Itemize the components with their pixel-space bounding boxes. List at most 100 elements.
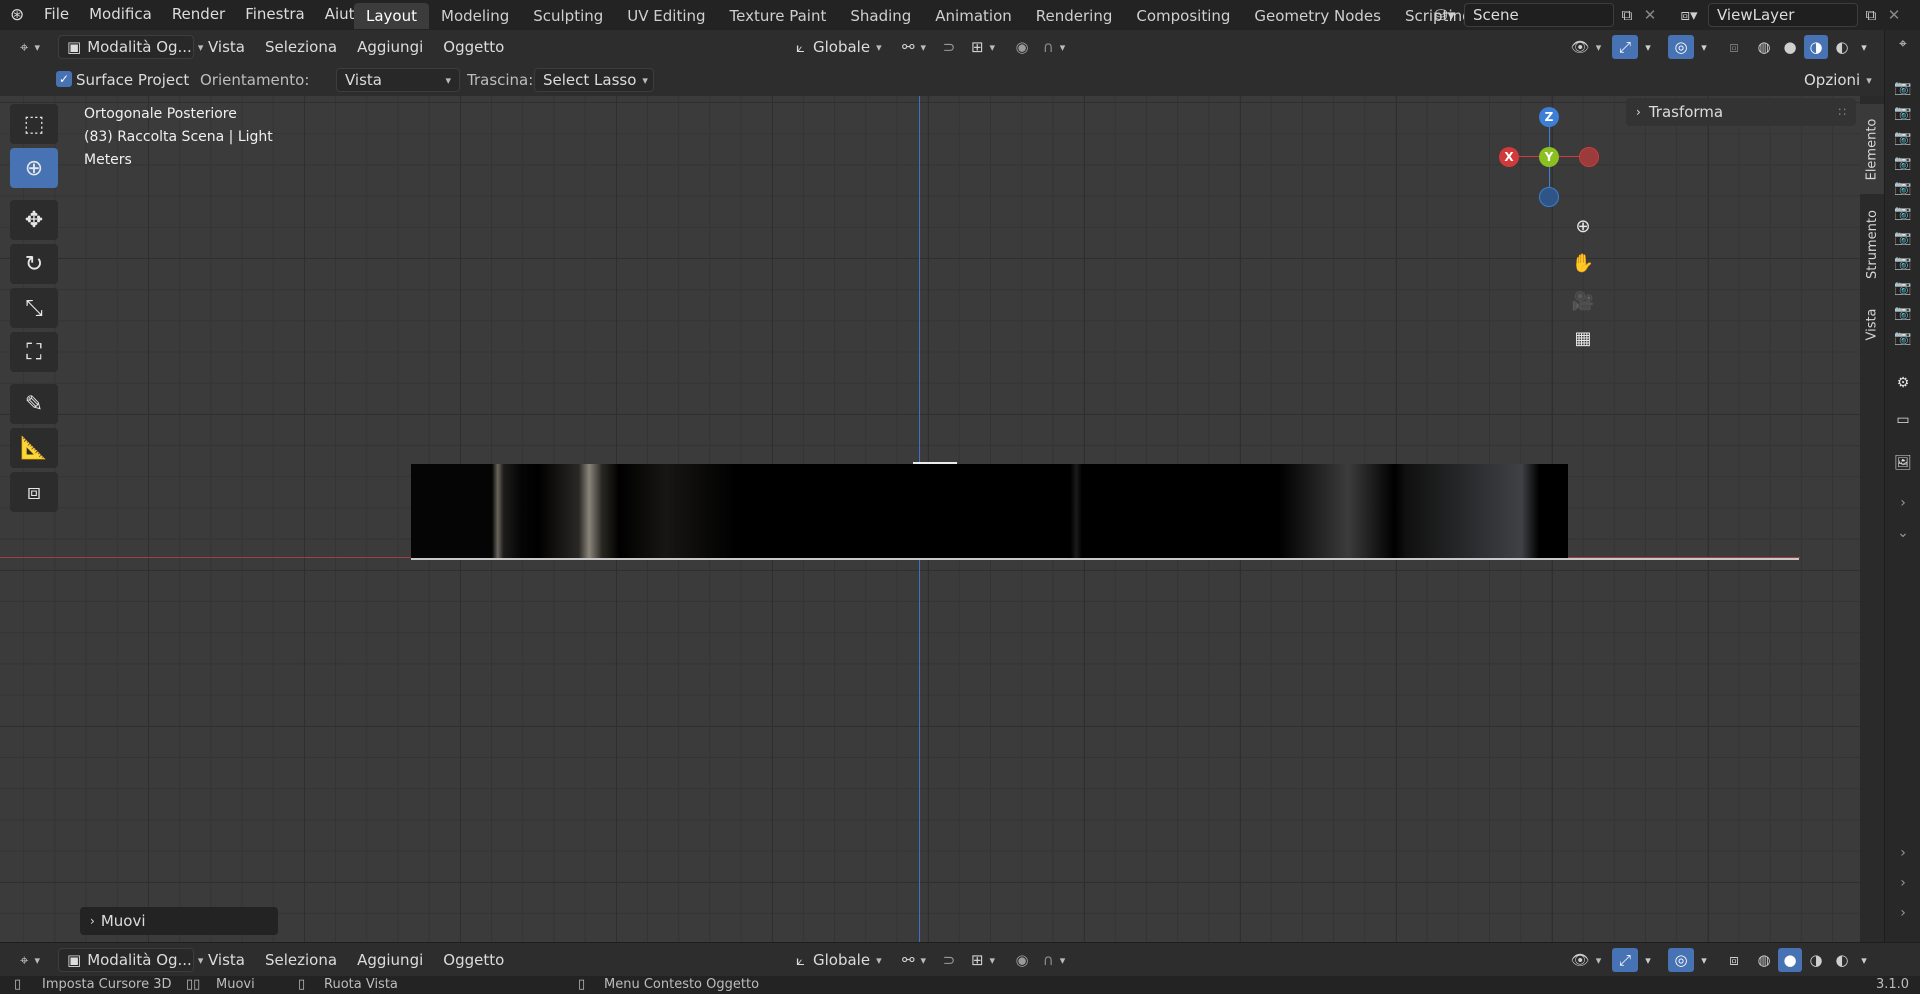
render-camera-icon[interactable]: 📷 xyxy=(1893,330,1913,346)
new-scene-icon[interactable]: ⧉ xyxy=(1616,4,1638,26)
menu-aggiungi[interactable]: Aggiungi xyxy=(347,38,433,56)
xray-toggle-icon[interactable]: ⧈ xyxy=(1722,35,1746,59)
drag-dropdown[interactable]: Select Lasso ▾ xyxy=(534,68,654,92)
properties-tool-icon[interactable]: ⚙ xyxy=(1893,375,1913,391)
gizmo-menu-chevron-icon[interactable]: ▾ xyxy=(1640,948,1656,972)
gizmo-x-axis[interactable]: X xyxy=(1499,147,1519,167)
mode-dropdown[interactable]: ▣ Modalità Og... ▾ xyxy=(58,35,203,59)
blender-logo-icon[interactable]: ⊛ xyxy=(10,5,24,25)
ortho-grid-icon[interactable]: ▦ xyxy=(1568,323,1598,353)
measure-tool-icon[interactable]: 📐 xyxy=(10,428,58,468)
render-camera-icon[interactable]: 📷 xyxy=(1893,255,1913,271)
scene-field[interactable]: Scene xyxy=(1464,3,1614,27)
scale-tool-icon[interactable]: ⤡ xyxy=(10,288,58,328)
transform-tool-icon[interactable]: ⛶ xyxy=(10,332,58,372)
gizmo-menu-chevron-icon[interactable]: ▾ xyxy=(1640,35,1656,59)
menu-oggetto[interactable]: Oggetto xyxy=(433,951,514,969)
tab-animation[interactable]: Animation xyxy=(923,3,1023,29)
cursor-tool-icon[interactable]: ⊕ xyxy=(10,148,58,188)
tab-texture-paint[interactable]: Texture Paint xyxy=(718,3,839,29)
select-box-tool-icon[interactable]: ⬚ xyxy=(10,104,58,144)
move-tool-icon[interactable]: ✥ xyxy=(10,200,58,240)
menu-aggiungi[interactable]: Aggiungi xyxy=(347,951,433,969)
add-cube-tool-icon[interactable]: ⧈ xyxy=(10,472,58,512)
render-camera-icon[interactable]: 📷 xyxy=(1893,230,1913,246)
render-camera-icon[interactable]: 📷 xyxy=(1893,80,1913,96)
shading-menu-chevron-icon[interactable]: ▾ xyxy=(1856,948,1872,972)
menu-render[interactable]: Render xyxy=(162,5,235,23)
menu-vista[interactable]: Vista xyxy=(198,38,255,56)
drag-handle-icon[interactable]: ∷ xyxy=(1838,105,1846,119)
pivot-point-icon[interactable]: ⚯ ▾ xyxy=(896,948,932,972)
render-camera-icon[interactable]: 📷 xyxy=(1893,130,1913,146)
tab-layout[interactable]: Layout xyxy=(354,3,429,29)
transform-orientation-dropdown-bottom[interactable]: ⟀ Globale ▾ xyxy=(788,948,886,972)
gizmo-y-axis[interactable]: Y xyxy=(1539,147,1559,167)
tab-strumento[interactable]: Strumento xyxy=(1860,196,1884,292)
solid-shading-icon[interactable]: ● xyxy=(1778,35,1802,59)
mode-dropdown-bottom[interactable]: ▣ Modalità Og... ▾ xyxy=(58,948,203,972)
tab-shading[interactable]: Shading xyxy=(838,3,923,29)
menu-seleziona[interactable]: Seleziona xyxy=(255,38,347,56)
delete-view-layer-icon[interactable]: ✕ xyxy=(1884,4,1904,26)
transform-panel-header[interactable]: › Trasforma ∷ xyxy=(1626,98,1856,126)
snap-target-icon[interactable]: ⊞ ▾ xyxy=(964,35,1002,59)
wireframe-shading-icon[interactable]: ◍ xyxy=(1752,35,1776,59)
new-view-layer-icon[interactable]: ⧉ xyxy=(1860,4,1882,26)
rendered-shading-icon[interactable]: ◐ xyxy=(1830,35,1854,59)
zoom-icon[interactable]: ⊕ xyxy=(1568,211,1598,241)
pivot-point-icon[interactable]: ⚯ ▾ xyxy=(896,35,932,59)
shading-menu-chevron-icon[interactable]: ▾ xyxy=(1856,35,1872,59)
tab-uv-editing[interactable]: UV Editing xyxy=(615,3,717,29)
rotate-tool-icon[interactable]: ↻ xyxy=(10,244,58,284)
gizmo-toggle-icon[interactable]: ⤢ xyxy=(1612,948,1638,972)
render-camera-icon[interactable]: 📷 xyxy=(1893,180,1913,196)
camera-view-icon[interactable]: 🎥 xyxy=(1568,286,1598,316)
render-camera-icon[interactable]: 📷 xyxy=(1893,305,1913,321)
chevron-right-icon[interactable]: › xyxy=(1893,495,1913,511)
overlays-toggle-icon[interactable]: ◎ xyxy=(1668,948,1694,972)
tab-geometry-nodes[interactable]: Geometry Nodes xyxy=(1242,3,1393,29)
menu-modifica[interactable]: Modifica xyxy=(79,5,162,23)
visibility-icon[interactable]: 👁 ▾ xyxy=(1568,948,1604,972)
snap-toggle-icon[interactable]: ⊃ xyxy=(936,35,962,59)
light-object[interactable] xyxy=(411,464,1568,558)
falloff-icon[interactable]: ∩ ▾ xyxy=(1036,948,1072,972)
render-camera-icon[interactable]: 📷 xyxy=(1893,105,1913,121)
tab-modeling[interactable]: Modeling xyxy=(429,3,521,29)
overlays-menu-chevron-icon[interactable]: ▾ xyxy=(1696,948,1712,972)
material-preview-shading-icon[interactable]: ◑ xyxy=(1804,35,1828,59)
delete-scene-icon[interactable]: ✕ xyxy=(1640,4,1660,26)
render-camera-icon[interactable]: 📷 xyxy=(1893,280,1913,296)
transform-orientation-dropdown[interactable]: ⟀ Globale ▾ xyxy=(788,35,886,59)
render-camera-icon[interactable]: 📷 xyxy=(1893,205,1913,221)
surface-project-checkbox[interactable]: ✓ xyxy=(56,71,72,87)
xray-toggle-icon[interactable]: ⧈ xyxy=(1722,948,1746,972)
proportional-edit-icon[interactable]: ◉ xyxy=(1010,35,1034,59)
chevron-down-icon[interactable]: ⌄ xyxy=(1893,525,1913,541)
menu-seleziona[interactable]: Seleziona xyxy=(255,951,347,969)
menu-finestra[interactable]: Finestra xyxy=(235,5,315,23)
view-layer-field[interactable]: ViewLayer xyxy=(1708,3,1858,27)
material-preview-shading-icon[interactable]: ◑ xyxy=(1804,948,1828,972)
properties-render-icon[interactable]: ▭ xyxy=(1893,412,1913,428)
render-camera-icon[interactable]: 📷 xyxy=(1893,155,1913,171)
pan-hand-icon[interactable]: ✋ xyxy=(1568,248,1598,278)
orientation-dropdown[interactable]: Vista ▾ xyxy=(336,68,460,92)
wireframe-shading-icon[interactable]: ◍ xyxy=(1752,948,1776,972)
editor-type-icon[interactable]: ⌖ xyxy=(1893,36,1913,52)
menu-file[interactable]: File xyxy=(34,5,79,23)
rendered-shading-icon[interactable]: ◐ xyxy=(1830,948,1854,972)
chevron-right-icon[interactable]: › xyxy=(1893,875,1913,891)
snap-target-icon[interactable]: ⊞ ▾ xyxy=(964,948,1002,972)
falloff-icon[interactable]: ∩ ▾ xyxy=(1036,35,1072,59)
chevron-right-icon[interactable]: › xyxy=(1893,845,1913,861)
gizmo-toggle-icon[interactable]: ⤢ xyxy=(1612,35,1638,59)
gizmo-z-axis[interactable]: Z xyxy=(1539,107,1559,127)
gizmo-neg-z-axis[interactable] xyxy=(1539,187,1559,207)
gizmo-neg-x-axis[interactable] xyxy=(1579,147,1599,167)
view-layer-icon[interactable]: ⧈▾ xyxy=(1672,4,1706,26)
options-dropdown[interactable]: Opzioni ▾ xyxy=(1796,68,1878,92)
snap-toggle-icon[interactable]: ⊃ xyxy=(936,948,962,972)
chevron-right-icon[interactable]: › xyxy=(1893,905,1913,921)
